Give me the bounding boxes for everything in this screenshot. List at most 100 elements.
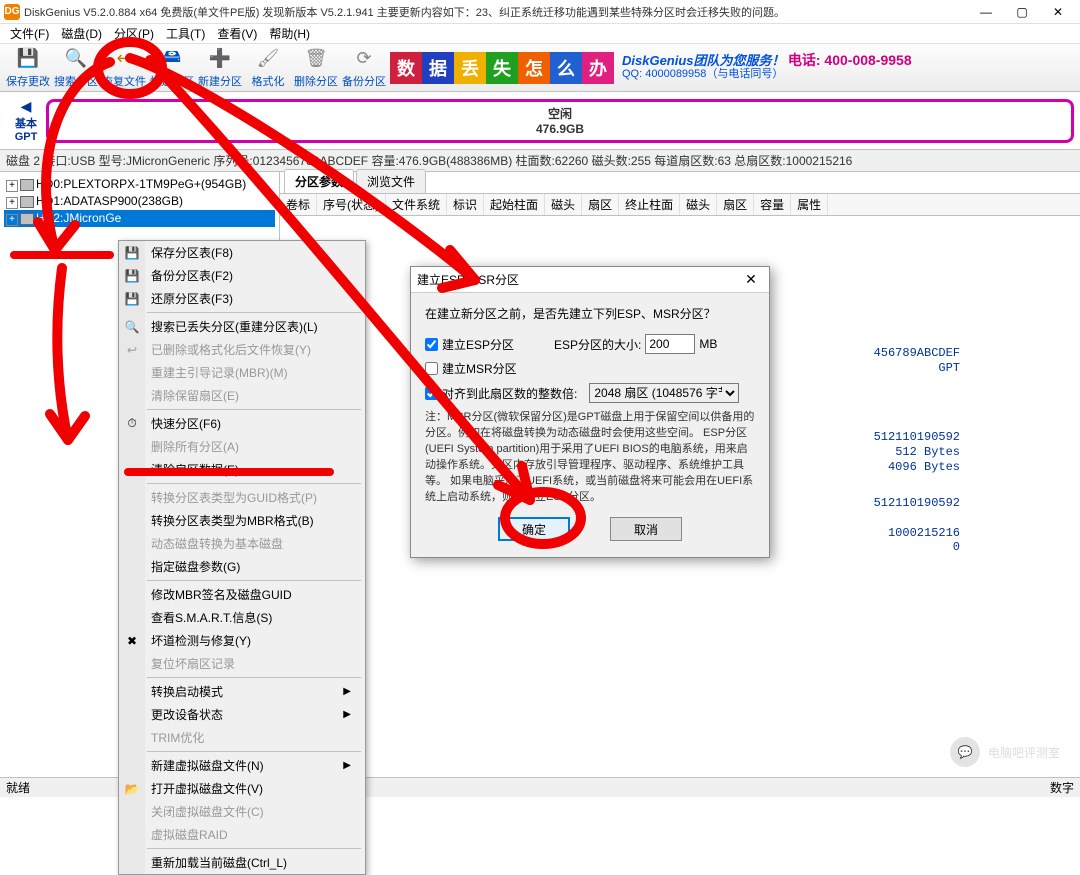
menu-item[interactable]: 帮助(H) <box>263 23 316 44</box>
menu-item-label: 动态磁盘转换为基本磁盘 <box>151 535 283 552</box>
menu-item[interactable]: 查看(V) <box>211 23 263 44</box>
toolbar-button[interactable]: ➕新建分区 <box>196 45 244 91</box>
menu-item-label: TRIM优化 <box>151 729 204 746</box>
submenu-arrow-icon: ▶ <box>343 709 351 720</box>
dialog-note: 注：MSR分区(微软保留分区)是GPT磁盘上用于保留空间以供备用的分区。例如在将… <box>425 409 755 505</box>
data-cell: 1000215216 <box>888 526 960 540</box>
context-menu-item[interactable]: 修改MBR签名及磁盘GUID <box>119 583 365 606</box>
msr-checkbox[interactable]: 建立MSR分区 <box>425 360 517 377</box>
esp-size-unit: MB <box>699 337 717 351</box>
context-menu-item[interactable]: 更改设备状态▶ <box>119 703 365 726</box>
toolbar-label: 新建分区 <box>198 73 242 89</box>
menu-item[interactable]: 分区(P) <box>108 23 160 44</box>
context-menu-item[interactable]: ✖坏道检测与修复(Y) <box>119 629 365 652</box>
column-header[interactable]: 起始柱面 <box>484 194 545 215</box>
esp-size-label: ESP分区的大小: <box>554 336 641 353</box>
column-header[interactable]: 文件系统 <box>386 194 447 215</box>
column-header[interactable]: 扇区 <box>582 194 619 215</box>
esp-checkbox[interactable]: 建立ESP分区 <box>425 336 514 353</box>
context-menu-item[interactable]: 转换分区表类型为MBR格式(B) <box>119 509 365 532</box>
column-header[interactable]: 终止柱面 <box>619 194 680 215</box>
toolbar-button[interactable]: 🗑删除分区 <box>292 45 340 91</box>
align-select[interactable]: 2048 扇区 (1048576 字节) <box>589 383 739 403</box>
toolbar-button[interactable]: 💾 保存更改 <box>4 45 52 91</box>
context-menu-item: TRIM优化 <box>119 726 365 749</box>
context-menu-item[interactable]: ⏱快速分区(F6) <box>119 412 365 435</box>
toolbar-label: 恢复文件 <box>102 73 146 89</box>
banner-char: 据 <box>422 52 454 84</box>
toolbar-button[interactable]: 🖴快速分区 <box>148 45 196 91</box>
ok-button[interactable]: 确定 <box>498 517 570 541</box>
disk-tree[interactable]: +HD0:PLEXTORPX-1TM9PeG+(954GB)+HD1:ADATA… <box>0 172 279 231</box>
tree-toggle-icon[interactable]: + <box>6 180 18 192</box>
menu-item-label: 打开虚拟磁盘文件(V) <box>151 780 263 797</box>
context-menu-item[interactable]: 指定磁盘参数(G) <box>119 555 365 578</box>
column-header[interactable]: 扇区 <box>717 194 754 215</box>
tab[interactable]: 分区参数 <box>284 169 354 193</box>
chevron-left-icon[interactable]: ◀ <box>6 98 46 115</box>
context-menu-item: 删除所有分区(A) <box>119 435 365 458</box>
menu-item-label: 查看S.M.A.R.T.信息(S) <box>151 609 272 626</box>
dialog-close-button[interactable]: ✕ <box>739 270 763 290</box>
menu-item-label: 重建主引导记录(MBR)(M) <box>151 364 288 381</box>
data-cell: 512 Bytes <box>895 445 960 459</box>
context-menu-item[interactable]: 💾备份分区表(F2) <box>119 264 365 287</box>
align-checkbox[interactable]: 对齐到此扇区数的整数倍: <box>425 385 577 402</box>
column-header[interactable]: 卷标 <box>280 194 317 215</box>
menu-item-label: 已删除或格式化后文件恢复(Y) <box>151 341 311 358</box>
menu-item-label: 还原分区表(F3) <box>151 290 233 307</box>
context-menu-item[interactable]: 查看S.M.A.R.T.信息(S) <box>119 606 365 629</box>
column-header[interactable]: 磁头 <box>545 194 582 215</box>
tree-toggle-icon[interactable]: + <box>6 214 18 226</box>
data-cell: 0 <box>953 540 960 554</box>
context-menu-item[interactable]: 🔍搜索已丢失分区(重建分区表)(L) <box>119 315 365 338</box>
toolbar-button[interactable]: 🔍搜索分区 <box>52 45 100 91</box>
context-menu-item[interactable]: 转换启动模式▶ <box>119 680 365 703</box>
promo-banner: 数据丢失怎么办 DiskGenius团队为您服务！ 电话: 400-008-99… <box>390 48 912 88</box>
toolbar-button[interactable]: ↩恢复文件 <box>100 45 148 91</box>
toolbar-button[interactable]: 🖌格式化 <box>244 45 292 91</box>
esp-size-input[interactable] <box>645 334 695 354</box>
banner-char: 失 <box>486 52 518 84</box>
context-menu-item: 虚拟磁盘RAID <box>119 823 365 846</box>
menu-item-label: 搜索已丢失分区(重建分区表)(L) <box>151 318 318 335</box>
close-button[interactable]: ✕ <box>1040 0 1076 24</box>
column-header[interactable]: 容量 <box>754 194 791 215</box>
menu-item[interactable]: 文件(F) <box>4 23 55 44</box>
column-header[interactable]: 序号(状态) <box>317 194 386 215</box>
menu-item[interactable]: 磁盘(D) <box>55 23 108 44</box>
context-menu-item[interactable]: 新建虚拟磁盘文件(N)▶ <box>119 754 365 777</box>
dialog-prompt: 在建立新分区之前，是否先建立下列ESP、MSR分区？ <box>425 305 755 322</box>
cancel-button[interactable]: 取消 <box>610 517 682 541</box>
esp-msr-dialog: 建立ESP/MSR分区 ✕ 在建立新分区之前，是否先建立下列ESP、MSR分区？… <box>410 266 770 558</box>
toolbar-icon: 🖌 <box>256 47 280 71</box>
tree-item[interactable]: +HD0:PLEXTORPX-1TM9PeG+(954GB) <box>4 176 275 193</box>
toolbar-icon: 💾 <box>16 47 40 71</box>
menu-item-icon: ✖ <box>123 634 141 648</box>
banner-char: 丢 <box>454 52 486 84</box>
column-header[interactable]: 属性 <box>791 194 828 215</box>
context-menu-item[interactable]: 清除扇区数据(E) <box>119 458 365 481</box>
context-menu-item[interactable]: 💾还原分区表(F3) <box>119 287 365 310</box>
context-menu-item[interactable]: 重新加载当前磁盘(Ctrl_L) <box>119 851 365 874</box>
column-header[interactable]: 标识 <box>447 194 484 215</box>
toolbar: 💾保存更改🔍搜索分区↩恢复文件🖴快速分区➕新建分区🖌格式化🗑删除分区⟳备份分区 … <box>0 44 1080 92</box>
tree-toggle-icon[interactable]: + <box>6 197 18 209</box>
menu-item[interactable]: 工具(T) <box>160 23 211 44</box>
tree-item[interactable]: +HD2:JMicronGe <box>4 210 275 227</box>
toolbar-label: 保存更改 <box>6 73 50 89</box>
context-menu-item[interactable]: 💾保存分区表(F8) <box>119 241 365 264</box>
disk-icon <box>20 213 34 225</box>
tree-item[interactable]: +HD1:ADATASP900(238GB) <box>4 193 275 210</box>
disk-context-menu[interactable]: 💾保存分区表(F8)💾备份分区表(F2)💾还原分区表(F3) 🔍搜索已丢失分区(重… <box>118 240 366 875</box>
column-header[interactable]: 磁头 <box>680 194 717 215</box>
tab[interactable]: 浏览文件 <box>356 169 426 193</box>
context-menu-item: 转换分区表类型为GUID格式(P) <box>119 486 365 509</box>
banner-line1: DiskGenius团队为您服务！ <box>622 53 785 68</box>
context-menu-item: 复位坏扇区记录 <box>119 652 365 675</box>
disk-map[interactable]: 空闲 476.9GB <box>46 99 1074 143</box>
column-headers: 卷标序号(状态)文件系统标识起始柱面磁头扇区终止柱面磁头扇区容量属性 <box>280 194 1080 216</box>
maximize-button[interactable]: ▢ <box>1004 0 1040 24</box>
minimize-button[interactable]: — <box>968 0 1004 24</box>
toolbar-button[interactable]: ⟳备份分区 <box>340 45 388 91</box>
